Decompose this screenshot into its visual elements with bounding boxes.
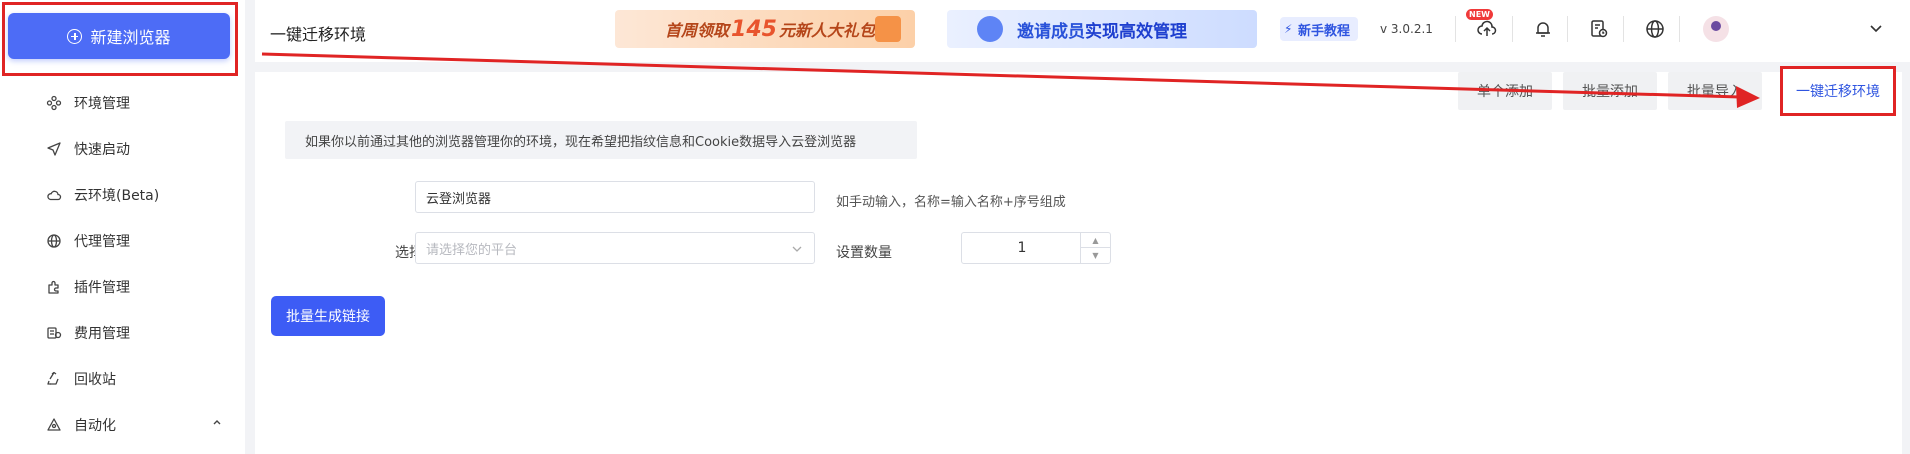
promo-banner-gift[interactable]: 首周领取 145 元新人大礼包: [615, 10, 915, 48]
checkmark-icon: [977, 16, 1003, 42]
automation-icon: [47, 418, 61, 431]
divider: [1567, 16, 1568, 42]
tab-single-add[interactable]: 单个添加: [1458, 72, 1552, 110]
language-globe-icon[interactable]: [1644, 18, 1666, 40]
chevron-down-icon[interactable]: [1869, 24, 1883, 34]
new-browser-label: 新建浏览器: [90, 28, 171, 47]
divider: [1512, 16, 1513, 42]
sidebar-item-label: 云环境(Beta): [74, 188, 160, 204]
promo-suffix: 元新人大礼包: [778, 21, 875, 40]
sidebar-item-proxy[interactable]: 代理管理: [0, 218, 245, 264]
name-value: 云登浏览器: [426, 191, 492, 207]
name-hint: 如手动输入，名称=输入名称+序号组成: [836, 195, 1066, 210]
sidebar-item-label: 回收站: [74, 372, 116, 388]
sidebar-item-billing[interactable]: 费用管理: [0, 310, 245, 356]
cloud-icon: [47, 190, 62, 201]
quantity-label: 设置数量: [836, 245, 892, 261]
tutorial-button[interactable]: 新手教程: [1280, 17, 1359, 41]
main-panel: 单个添加 批量添加 批量导入 一键迁移环境 如果你以前通过其他的浏览器管理你的环…: [255, 66, 1902, 454]
plus-circle-icon: [67, 28, 83, 44]
sidebar-item-recycle-bin[interactable]: 回收站: [0, 356, 245, 402]
quantity-value[interactable]: 1: [962, 233, 1082, 263]
gift-icon: [875, 16, 901, 42]
quantity-stepper[interactable]: 1 ▲ ▼: [961, 232, 1111, 264]
sidebar-item-label: 插件管理: [74, 280, 130, 296]
sidebar-item-label: 快速启动: [74, 142, 130, 158]
sidebar-item-automation[interactable]: 自动化: [0, 402, 245, 448]
tab-batch-add[interactable]: 批量添加: [1563, 72, 1657, 110]
divider: [1679, 16, 1680, 42]
tab-label: 批量添加: [1582, 84, 1638, 100]
send-icon: [47, 142, 61, 156]
sidebar-item-label: 环境管理: [74, 96, 130, 112]
name-input[interactable]: 云登浏览器: [415, 181, 815, 213]
tab-label: 单个添加: [1477, 84, 1533, 100]
increment-icon[interactable]: ▲: [1081, 233, 1110, 248]
recycle-icon: [47, 371, 59, 385]
chevron-up-icon[interactable]: [211, 416, 223, 428]
promo-invite-accent: 实现高效管理: [1085, 21, 1187, 42]
avatar[interactable]: [1703, 16, 1729, 42]
divider: [1455, 16, 1456, 42]
sidebar-item-cloud-env[interactable]: 云环境(Beta): [0, 172, 245, 218]
platform-placeholder: 请选择您的平台: [426, 242, 518, 258]
sidebar-item-label: 费用管理: [74, 326, 130, 342]
plugin-icon: [48, 280, 59, 294]
tab-batch-import[interactable]: 批量导入: [1668, 72, 1762, 110]
sidebar: 新建浏览器 环境管理 快速启动 云环境(Beta) 代理管理 插件管理 费用管理: [0, 0, 245, 454]
tab-label: 批量导入: [1687, 84, 1743, 100]
sidebar-item-label: 自动化: [74, 418, 116, 434]
topbar: 一键迁移环境 首周领取 145 元新人大礼包 邀请成员 实现高效管理 新手教程 …: [255, 0, 1910, 62]
document-clock-icon[interactable]: [1588, 18, 1610, 40]
generate-links-button[interactable]: 批量生成链接: [271, 296, 385, 336]
new-browser-button[interactable]: 新建浏览器: [8, 13, 230, 59]
sidebar-item-plugins[interactable]: 插件管理: [0, 264, 245, 310]
bell-icon[interactable]: [1532, 18, 1554, 40]
tab-one-click-migrate[interactable]: 一键迁移环境: [1780, 66, 1896, 116]
page-title: 一键迁移环境: [270, 25, 367, 44]
billing-icon: [47, 327, 62, 339]
sidebar-item-quick-start[interactable]: 快速启动: [0, 126, 245, 172]
divider: [1623, 16, 1624, 42]
platform-select[interactable]: 请选择您的平台: [415, 232, 815, 264]
chevron-down-icon: [792, 246, 802, 252]
decrement-icon[interactable]: ▼: [1081, 248, 1110, 263]
tutorial-label: 新手教程: [1298, 23, 1351, 39]
version-label: v 3.0.2.1: [1380, 22, 1433, 36]
info-tip: 如果你以前通过其他的浏览器管理你的环境，现在希望把指纹信息和Cookie数据导入…: [285, 121, 917, 159]
environment-icon: [46, 95, 62, 111]
promo-invite-prefix: 邀请成员: [1017, 21, 1085, 42]
promo-amount: 145: [731, 16, 777, 42]
promo-banner-invite[interactable]: 邀请成员 实现高效管理: [947, 10, 1257, 48]
sidebar-item-label: 代理管理: [74, 234, 130, 250]
globe-icon: [47, 234, 61, 248]
cloud-upload-icon[interactable]: [1476, 18, 1498, 40]
stepper-arrows: ▲ ▼: [1080, 233, 1110, 263]
new-badge: NEW: [1466, 9, 1493, 20]
sidebar-item-environment[interactable]: 环境管理: [0, 80, 245, 126]
tab-label: 一键迁移环境: [1796, 84, 1880, 100]
promo-prefix: 首周领取: [665, 21, 730, 40]
sidebar-nav: 环境管理 快速启动 云环境(Beta) 代理管理 插件管理 费用管理 回收站 自…: [0, 80, 245, 448]
